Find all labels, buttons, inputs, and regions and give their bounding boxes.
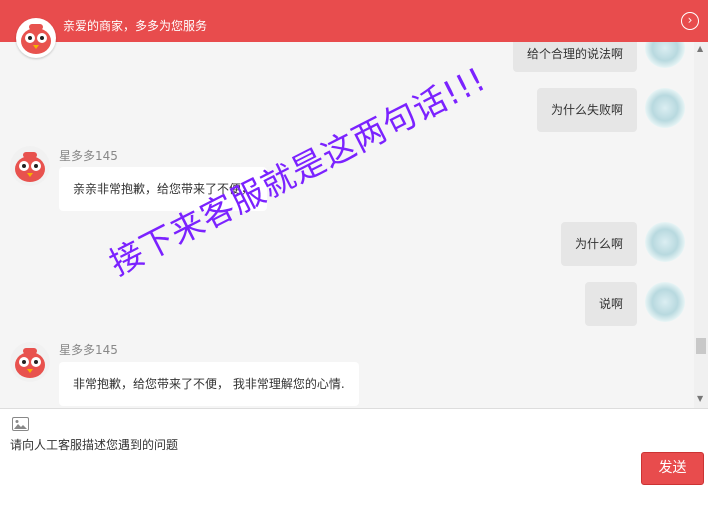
shop-avatar: [16, 18, 56, 58]
message-text: 给个合理的说法啊: [527, 47, 624, 61]
message-text: 说啊: [599, 297, 624, 311]
message-input[interactable]: [10, 436, 610, 454]
scroll-thumb[interactable]: [696, 338, 706, 354]
user-avatar: [645, 282, 685, 322]
scroll-up-icon[interactable]: ▲: [697, 44, 703, 53]
message-bubble-agent: 非常抱歉，给您带来了不便， 我非常理解您的心情.: [59, 362, 359, 406]
user-avatar: [645, 222, 685, 262]
user-avatar: [645, 42, 685, 68]
image-icon[interactable]: [12, 417, 29, 431]
message-bubble-user: 为什么失败啊: [537, 88, 638, 132]
bot-avatar: [10, 146, 50, 186]
message-bubble-user: 为什么啊: [561, 222, 638, 266]
header-title: 亲爱的商家，多多为您服务: [63, 19, 208, 33]
chevron-right-circle-icon[interactable]: ›: [681, 12, 699, 30]
user-avatar: [645, 88, 685, 128]
bot-avatar: [10, 342, 50, 382]
message-composer: 发送: [0, 408, 708, 505]
chat-header: 亲爱的商家，多多为您服务 ›: [0, 0, 708, 42]
scroll-down-icon[interactable]: ▼: [697, 394, 703, 403]
message-bubble-user: 给个合理的说法啊: [513, 42, 638, 72]
sender-name: 星多多145: [59, 149, 118, 163]
chat-history[interactable]: 给个合理的说法啊 为什么失败啊 星多多145 亲亲非常抱歉，给您带来了不便， 为…: [0, 42, 694, 408]
message-text: 为什么啊: [575, 237, 624, 251]
message-text: 为什么失败啊: [551, 103, 624, 117]
message-bubble-user: 说啊: [585, 282, 638, 326]
message-text: 非常抱歉，给您带来了不便， 我非常理解您的心情.: [73, 377, 345, 391]
send-button[interactable]: 发送: [641, 452, 704, 485]
sender-name: 星多多145: [59, 343, 118, 357]
chat-scrollbar[interactable]: ▲ ▼: [694, 42, 708, 408]
